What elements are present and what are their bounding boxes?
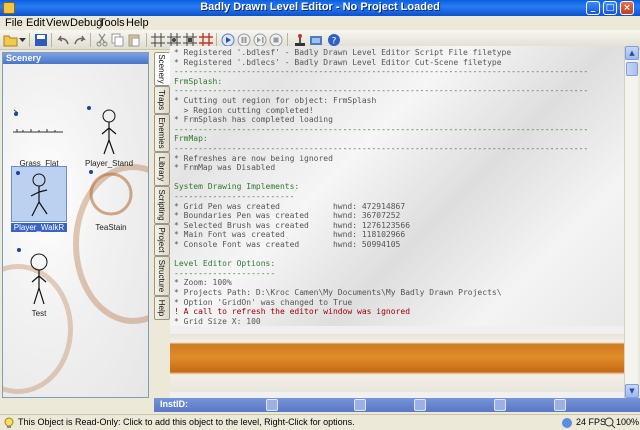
paste-icon[interactable] <box>126 32 142 48</box>
redo-icon[interactable] <box>72 32 88 48</box>
instance-move-icon[interactable] <box>354 399 366 411</box>
zoom-readout: 100% <box>616 417 640 427</box>
tab-scenery[interactable]: Scenery <box>154 52 170 86</box>
console-line: ! A call to refresh the editor window wa… <box>174 307 411 317</box>
tab-project[interactable]: Project <box>154 224 170 256</box>
grass-sprite-icon <box>11 102 67 158</box>
menu-help[interactable]: Help <box>126 17 149 29</box>
undo-icon[interactable] <box>55 32 71 48</box>
grid-select-icon[interactable] <box>150 32 166 48</box>
scenery-item-teastain[interactable]: TeaStain <box>83 166 139 232</box>
save-icon[interactable] <box>33 32 49 48</box>
console-line: * FrmMap was Disabled <box>174 163 276 173</box>
performance-icon <box>562 418 572 428</box>
lightbulb-icon <box>4 417 14 428</box>
instance-move-icon[interactable] <box>266 399 278 411</box>
menu-view[interactable]: View <box>46 17 70 29</box>
console-line: * Refreshes are now being ignored <box>174 153 333 163</box>
fps-readout: 24 FPS <box>576 417 607 427</box>
tab-traps[interactable]: Traps <box>154 86 170 114</box>
maximize-button[interactable]: □ <box>603 1 617 15</box>
level-canvas[interactable] <box>170 326 624 398</box>
open-folder-icon[interactable] <box>3 32 19 48</box>
stickman-sprite-icon <box>11 244 67 308</box>
console-line: FrmSplash: <box>174 76 223 86</box>
menu-tools[interactable]: Tools <box>99 17 125 29</box>
copy-icon[interactable] <box>110 32 126 48</box>
tab-help[interactable]: Help <box>154 296 170 320</box>
zoom-icon <box>604 417 616 429</box>
console-line: System Drawing Implements: <box>174 182 300 192</box>
scenery-panel-title: Scenery <box>3 53 148 64</box>
console-line: ----------------------------------------… <box>174 67 589 77</box>
instance-move-icon[interactable] <box>414 399 426 411</box>
console-line: * Boundaries Pen was created hwnd: 36707… <box>174 211 401 221</box>
console-line: ----------------------------------------… <box>174 144 589 153</box>
console-line: FrmMap: <box>174 134 208 144</box>
console-line: * Option 'GridOn' was changed to True <box>174 297 353 307</box>
minimize-button[interactable]: _ <box>586 1 600 15</box>
console-line: * Grid Size X: 100 <box>174 316 261 326</box>
instance-bar: InstID: <box>154 398 640 412</box>
svg-text:?: ? <box>332 37 337 47</box>
console-scrollbar[interactable]: ▲ ▼ <box>624 46 639 398</box>
title-bar[interactable]: Badly Drawn Level Editor - No Project Lo… <box>0 0 640 16</box>
console-line: * Projects Path: D:\Kroc Camen\My Docume… <box>174 288 502 297</box>
scenery-item-test[interactable]: Test <box>11 244 67 318</box>
scenery-list: Grass_Flat Player_Stand Player_WalkR Tea… <box>3 64 148 397</box>
console-line: * Registered '.bdlecs' - Badly Drawn Lev… <box>174 57 502 67</box>
instance-move-icon[interactable] <box>554 399 566 411</box>
status-message: This Object is Read-Only: Click to add t… <box>18 417 355 427</box>
window-title: Badly Drawn Level Editor - No Project Lo… <box>200 1 440 13</box>
scroll-up-arrow-icon[interactable]: ▲ <box>625 46 639 60</box>
menu-file[interactable]: File <box>5 17 23 29</box>
scenery-item-player-stand[interactable]: Player_Stand <box>81 102 137 168</box>
console-line: > Region cutting completed! <box>174 105 314 115</box>
app-window: Badly Drawn Level Editor - No Project Lo… <box>0 0 640 430</box>
menu-edit[interactable]: Edit <box>26 17 45 29</box>
tab-enemies[interactable]: Enemies <box>154 114 170 152</box>
scenery-item-player-walkr[interactable]: Player_WalkR <box>11 166 67 232</box>
console-line: ------------------------- <box>174 192 295 201</box>
console-line: * Main Font was created hwnd: 118102966 <box>174 230 406 240</box>
console-line: Level Editor Options: <box>174 259 276 269</box>
tab-scripting[interactable]: Scripting <box>154 186 170 224</box>
side-tab-strip: Scenery Traps Enemies Library Scripting … <box>154 52 170 320</box>
instance-id-label: InstID: <box>160 399 188 409</box>
scenery-item-label: Player_WalkR <box>11 223 67 232</box>
console-line: * Zoom: 100% <box>174 278 232 288</box>
stickman-sprite-icon <box>81 102 137 158</box>
console-line: * Selected Brush was created hwnd: 12761… <box>174 220 411 230</box>
open-dropdown-icon[interactable] <box>18 32 26 48</box>
scroll-thumb[interactable] <box>626 62 638 76</box>
console-line: ----------------------------------------… <box>174 124 589 134</box>
console-line: ----------------------------------------… <box>174 86 589 96</box>
cut-icon[interactable] <box>94 32 110 48</box>
scenery-item-label: TeaStain <box>95 223 127 232</box>
stickman-sprite-icon <box>11 166 67 222</box>
menu-bar: File Edit View Debug Tools Help <box>0 16 640 30</box>
console-line: * Cutting out region for object: FrmSpla… <box>174 96 377 105</box>
status-bar: This Object is Read-Only: Click to add t… <box>0 414 640 430</box>
close-button[interactable]: × <box>620 1 634 15</box>
ground-strip <box>170 334 624 392</box>
console-line: * Registered '.bdlesf' - Badly Drawn Lev… <box>174 48 512 57</box>
tea-stain-sprite-icon <box>83 166 139 222</box>
console-line: --------------------- <box>174 268 276 278</box>
console-line: * Grid Pen was created hwnd: 472914867 <box>174 201 406 211</box>
scenery-item-label: Test <box>31 309 47 318</box>
scroll-down-arrow-icon[interactable]: ▼ <box>625 384 639 398</box>
tab-structure[interactable]: Structure <box>154 256 170 296</box>
scenery-panel: Scenery Grass_Flat Player_Stand Player_W… <box>2 52 149 398</box>
instance-move-icon[interactable] <box>494 399 506 411</box>
console-line: * Console Font was created hwnd: 5099410… <box>174 240 401 249</box>
menu-debug[interactable]: Debug <box>70 17 102 29</box>
console-output[interactable]: * Registered '.bdlesf' - Badly Drawn Lev… <box>170 46 624 326</box>
tab-library[interactable]: Library <box>154 152 170 186</box>
console-line: * FrmSplash has completed loading <box>174 115 333 125</box>
scenery-item-grass-flat[interactable]: Grass_Flat <box>11 102 67 168</box>
